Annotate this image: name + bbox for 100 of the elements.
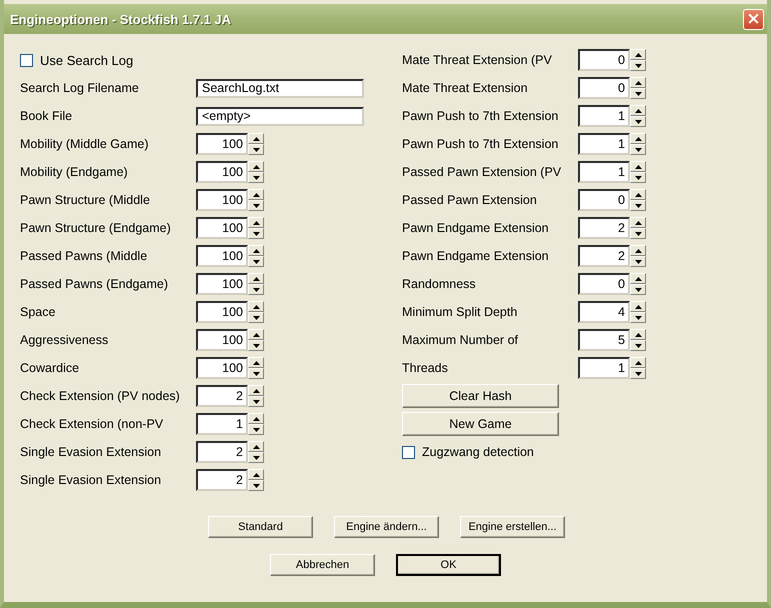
dialog-button[interactable]: Engine erstellen... [460, 516, 565, 538]
spin-up-button[interactable] [248, 245, 264, 256]
spin-up-button[interactable] [248, 301, 264, 312]
spin-down-button[interactable] [248, 396, 264, 407]
spin-up-button[interactable] [630, 77, 646, 88]
option-label: Pawn Structure (Middle [20, 193, 151, 207]
dialog-button[interactable]: Standard [208, 516, 313, 538]
number-field[interactable]: 100 [196, 273, 248, 295]
action-button[interactable]: Clear Hash [402, 384, 559, 408]
spin-down-button[interactable] [248, 284, 264, 295]
spin-up-button[interactable] [630, 133, 646, 144]
spin-up-button[interactable] [630, 49, 646, 60]
number-field[interactable]: 100 [196, 189, 248, 211]
up-triangle-icon [634, 248, 642, 252]
option-label: Cowardice [20, 361, 80, 375]
down-triangle-icon [252, 400, 260, 404]
action-button[interactable]: New Game [402, 412, 559, 436]
number-field[interactable]: 2 [196, 441, 248, 463]
number-field[interactable]: 100 [196, 357, 248, 379]
spin-up-button[interactable] [248, 357, 264, 368]
spin-down-button[interactable] [630, 284, 646, 295]
spin-down-button[interactable] [248, 256, 264, 267]
number-field[interactable]: 4 [578, 301, 630, 323]
spin-up-button[interactable] [630, 357, 646, 368]
number-field[interactable]: 2 [196, 385, 248, 407]
window-title: Engineoptionen - Stockfish 1.7.1 JA [10, 12, 232, 26]
number-field[interactable]: 100 [196, 329, 248, 351]
spin-up-button[interactable] [630, 189, 646, 200]
spin-down-button[interactable] [630, 172, 646, 183]
checkbox-label: Use Search Log [40, 52, 134, 68]
spin-up-button[interactable] [248, 469, 264, 480]
spin-down-button[interactable] [630, 116, 646, 127]
number-field[interactable]: 0 [578, 77, 630, 99]
spin-down-button[interactable] [248, 228, 264, 239]
spin-down-button[interactable] [630, 60, 646, 71]
spin-down-button[interactable] [630, 340, 646, 351]
spin-down-button[interactable] [630, 312, 646, 323]
spin-up-button[interactable] [248, 273, 264, 284]
number-field[interactable]: 2 [196, 469, 248, 491]
checkbox[interactable] [402, 446, 415, 458]
up-triangle-icon [252, 416, 260, 420]
dialog-button[interactable]: Engine ändern... [334, 516, 439, 538]
spin-up-button[interactable] [248, 189, 264, 200]
input-field[interactable]: SearchLog.txt [196, 78, 364, 98]
spin-down-button[interactable] [248, 340, 264, 351]
number-field[interactable]: 0 [578, 273, 630, 295]
number-field[interactable]: 1 [578, 133, 630, 155]
spin-down-button[interactable] [630, 200, 646, 211]
number-field[interactable]: 2 [578, 245, 630, 267]
input-field[interactable]: <empty> [196, 106, 364, 126]
spin-up-button[interactable] [630, 161, 646, 172]
down-triangle-icon [634, 204, 642, 208]
spin-down-button[interactable] [630, 144, 646, 155]
spin-down-button[interactable] [248, 452, 264, 463]
spin-up-button[interactable] [248, 385, 264, 396]
spin-down-button[interactable] [248, 172, 264, 183]
checkbox[interactable] [20, 54, 33, 66]
spin-down-button[interactable] [248, 144, 264, 155]
spin-up-button[interactable] [630, 105, 646, 116]
spin-up-button[interactable] [248, 329, 264, 340]
number-field[interactable]: 100 [196, 133, 248, 155]
spin-down-button[interactable] [248, 200, 264, 211]
spin-up-button[interactable] [248, 413, 264, 424]
spin-up-button[interactable] [630, 217, 646, 228]
number-field[interactable]: 1 [578, 161, 630, 183]
dialog-button[interactable]: OK [396, 554, 501, 576]
number-field[interactable]: 100 [196, 301, 248, 323]
number-field[interactable]: 2 [578, 217, 630, 239]
spin-down-button[interactable] [630, 256, 646, 267]
spin-up-button[interactable] [630, 245, 646, 256]
up-triangle-icon [634, 52, 642, 56]
number-field[interactable]: 1 [578, 357, 630, 379]
number-field[interactable]: 5 [578, 329, 630, 351]
number-field[interactable]: 100 [196, 217, 248, 239]
spin-down-button[interactable] [630, 88, 646, 99]
spin-up-button[interactable] [630, 273, 646, 284]
number-field[interactable]: 100 [196, 161, 248, 183]
down-triangle-icon [634, 232, 642, 236]
spin-up-button[interactable] [630, 301, 646, 312]
dialog-button[interactable]: Abbrechen [270, 554, 375, 576]
spin-down-button[interactable] [248, 424, 264, 435]
option-label: Pawn Endgame Extension [402, 249, 550, 263]
spin-down-button[interactable] [248, 368, 264, 379]
spin-down-button[interactable] [248, 480, 264, 491]
spin-up-button[interactable] [248, 217, 264, 228]
option-label: Pawn Push to 7th Extension [402, 137, 560, 151]
spin-up-button[interactable] [248, 441, 264, 452]
number-field[interactable]: 0 [578, 49, 630, 71]
spin-down-button[interactable] [248, 312, 264, 323]
number-field[interactable]: 100 [196, 245, 248, 267]
spin-up-button[interactable] [248, 161, 264, 172]
spin-up-button[interactable] [630, 329, 646, 340]
number-field[interactable]: 1 [578, 105, 630, 127]
number-field[interactable]: 0 [578, 189, 630, 211]
down-triangle-icon [634, 372, 642, 376]
number-field[interactable]: 1 [196, 413, 248, 435]
spin-up-button[interactable] [248, 133, 264, 144]
option-label: Passed Pawns (Middle [20, 249, 148, 263]
spin-down-button[interactable] [630, 228, 646, 239]
spin-down-button[interactable] [630, 368, 646, 379]
